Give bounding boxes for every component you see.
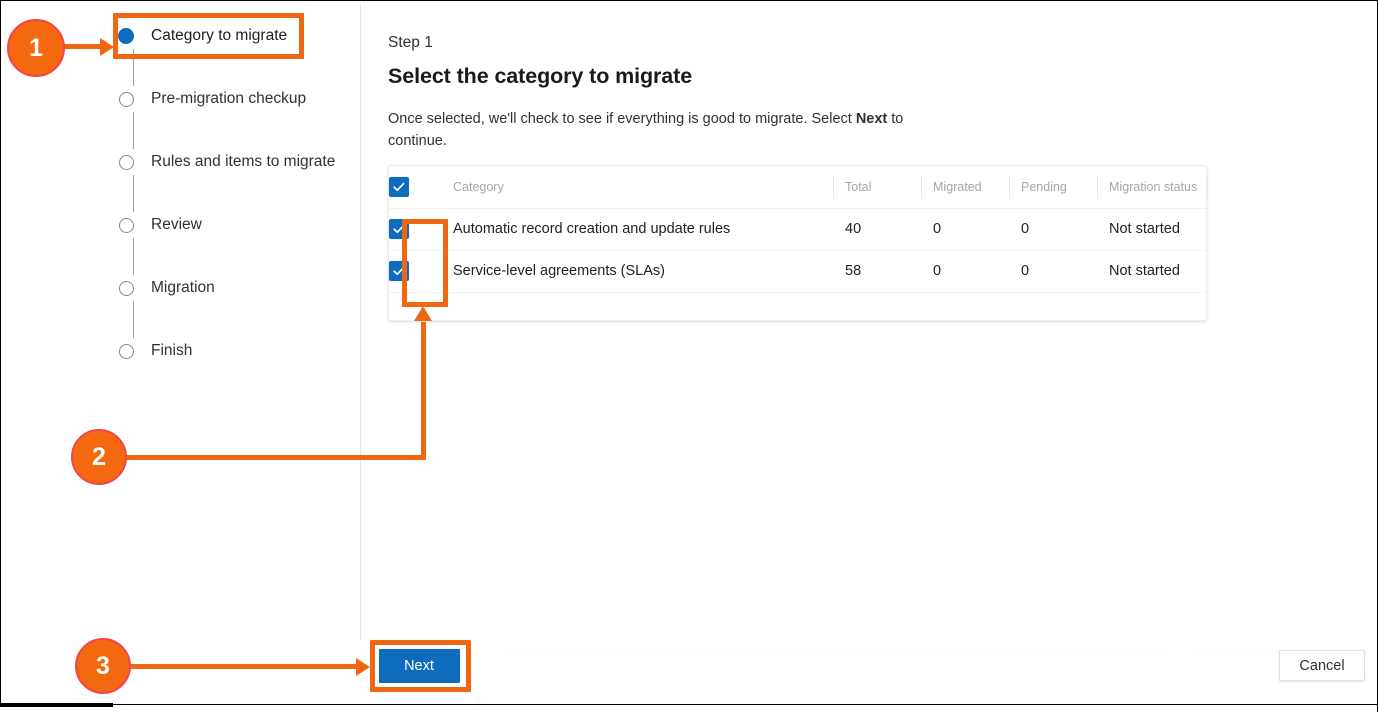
- step-label: Pre-migration checkup: [151, 90, 307, 107]
- step-bullet-hollow-icon: [113, 217, 139, 233]
- cell-total: 40: [833, 208, 921, 251]
- cell-category: Service-level agreements (SLAs): [453, 250, 833, 293]
- step-label: Migration: [151, 279, 215, 296]
- cell-migrated: 0: [921, 208, 1009, 251]
- page-title: Select the category to migrate: [388, 64, 693, 88]
- next-button[interactable]: Next: [378, 648, 460, 683]
- annotation-badge-1: 1: [7, 19, 65, 77]
- row-checkbox-cell[interactable]: [389, 208, 453, 251]
- column-header-migrated[interactable]: Migrated: [921, 166, 1009, 209]
- table-row[interactable]: Service-level agreements (SLAs) 58 0 0 N…: [389, 250, 1208, 293]
- category-table-card: Category Total Migrated Pending Migratio…: [388, 165, 1208, 321]
- cell-pending: 0: [1009, 250, 1097, 293]
- category-table: Category Total Migrated Pending Migratio…: [389, 166, 1208, 293]
- step-bullet-hollow-icon: [113, 154, 139, 170]
- row-checkbox-cell[interactable]: [389, 250, 453, 293]
- cell-total: 58: [833, 250, 921, 293]
- step-label: Rules and items to migrate: [151, 153, 336, 170]
- frame-border-bottom-accent: [0, 703, 113, 707]
- annotation-arrow-1-head: [100, 38, 114, 56]
- select-all-checkbox-cell[interactable]: [389, 166, 453, 209]
- page-description: Once selected, we'll check to see if eve…: [388, 108, 928, 152]
- pane-divider: [360, 4, 361, 641]
- description-text-before: Once selected, we'll check to see if eve…: [388, 111, 856, 127]
- step-bullet-hollow-icon: [113, 280, 139, 296]
- checkmark-icon[interactable]: [389, 176, 409, 197]
- app-window: Category to migrate Pre-migration checku…: [0, 0, 1378, 712]
- sidebar-item-rules-and-items-to-migrate[interactable]: Rules and items to migrate: [113, 149, 335, 175]
- step-connector: [133, 49, 135, 86]
- description-emphasis: Next: [855, 111, 888, 127]
- frame-border-left: [0, 0, 1, 705]
- annotation-badge-2: 2: [71, 429, 127, 485]
- column-header-total[interactable]: Total: [833, 166, 921, 209]
- checkmark-icon[interactable]: [389, 218, 409, 239]
- footer-divider: [498, 653, 1173, 654]
- sidebar-item-category-to-migrate[interactable]: Category to migrate: [113, 23, 287, 49]
- step-bullet-hollow-icon: [113, 91, 139, 107]
- step-label: Review: [151, 216, 202, 233]
- step-bullet-filled-icon: [113, 28, 139, 44]
- main-content: Step 1 Select the category to migrate On…: [388, 0, 1348, 712]
- checkmark-icon[interactable]: [389, 260, 409, 281]
- step-label: Finish: [151, 342, 193, 359]
- cancel-button[interactable]: Cancel: [1279, 650, 1365, 681]
- column-header-pending[interactable]: Pending: [1009, 166, 1097, 209]
- table-body: Automatic record creation and update rul…: [389, 208, 1208, 293]
- table-header-row: Category Total Migrated Pending Migratio…: [389, 166, 1208, 209]
- step-connector: [133, 175, 135, 212]
- wizard-stepper: Category to migrate Pre-migration checku…: [113, 0, 360, 712]
- column-header-category[interactable]: Category: [453, 166, 833, 209]
- column-header-migration-status[interactable]: Migration status: [1097, 166, 1208, 209]
- sidebar-item-migration[interactable]: Migration: [113, 275, 215, 301]
- step-connector: [133, 112, 135, 149]
- sidebar-item-pre-migration-checkup[interactable]: Pre-migration checkup: [113, 86, 306, 112]
- step-number-label: Step 1: [388, 34, 433, 51]
- step-label: Category to migrate: [151, 27, 288, 44]
- sidebar-item-finish[interactable]: Finish: [113, 338, 192, 364]
- annotation-badge-3: 3: [75, 638, 131, 694]
- table-row[interactable]: Automatic record creation and update rul…: [389, 208, 1208, 251]
- table-header: Category Total Migrated Pending Migratio…: [389, 166, 1208, 209]
- cell-pending: 0: [1009, 208, 1097, 251]
- cell-category: Automatic record creation and update rul…: [453, 208, 833, 251]
- step-bullet-hollow-icon: [113, 343, 139, 359]
- step-connector: [133, 301, 135, 338]
- annotation-arrow-1-shaft: [60, 44, 106, 49]
- step-connector: [133, 238, 135, 275]
- cell-migration-status: Not started: [1097, 208, 1208, 251]
- sidebar-item-review[interactable]: Review: [113, 212, 202, 238]
- cell-migrated: 0: [921, 250, 1009, 293]
- cell-migration-status: Not started: [1097, 250, 1208, 293]
